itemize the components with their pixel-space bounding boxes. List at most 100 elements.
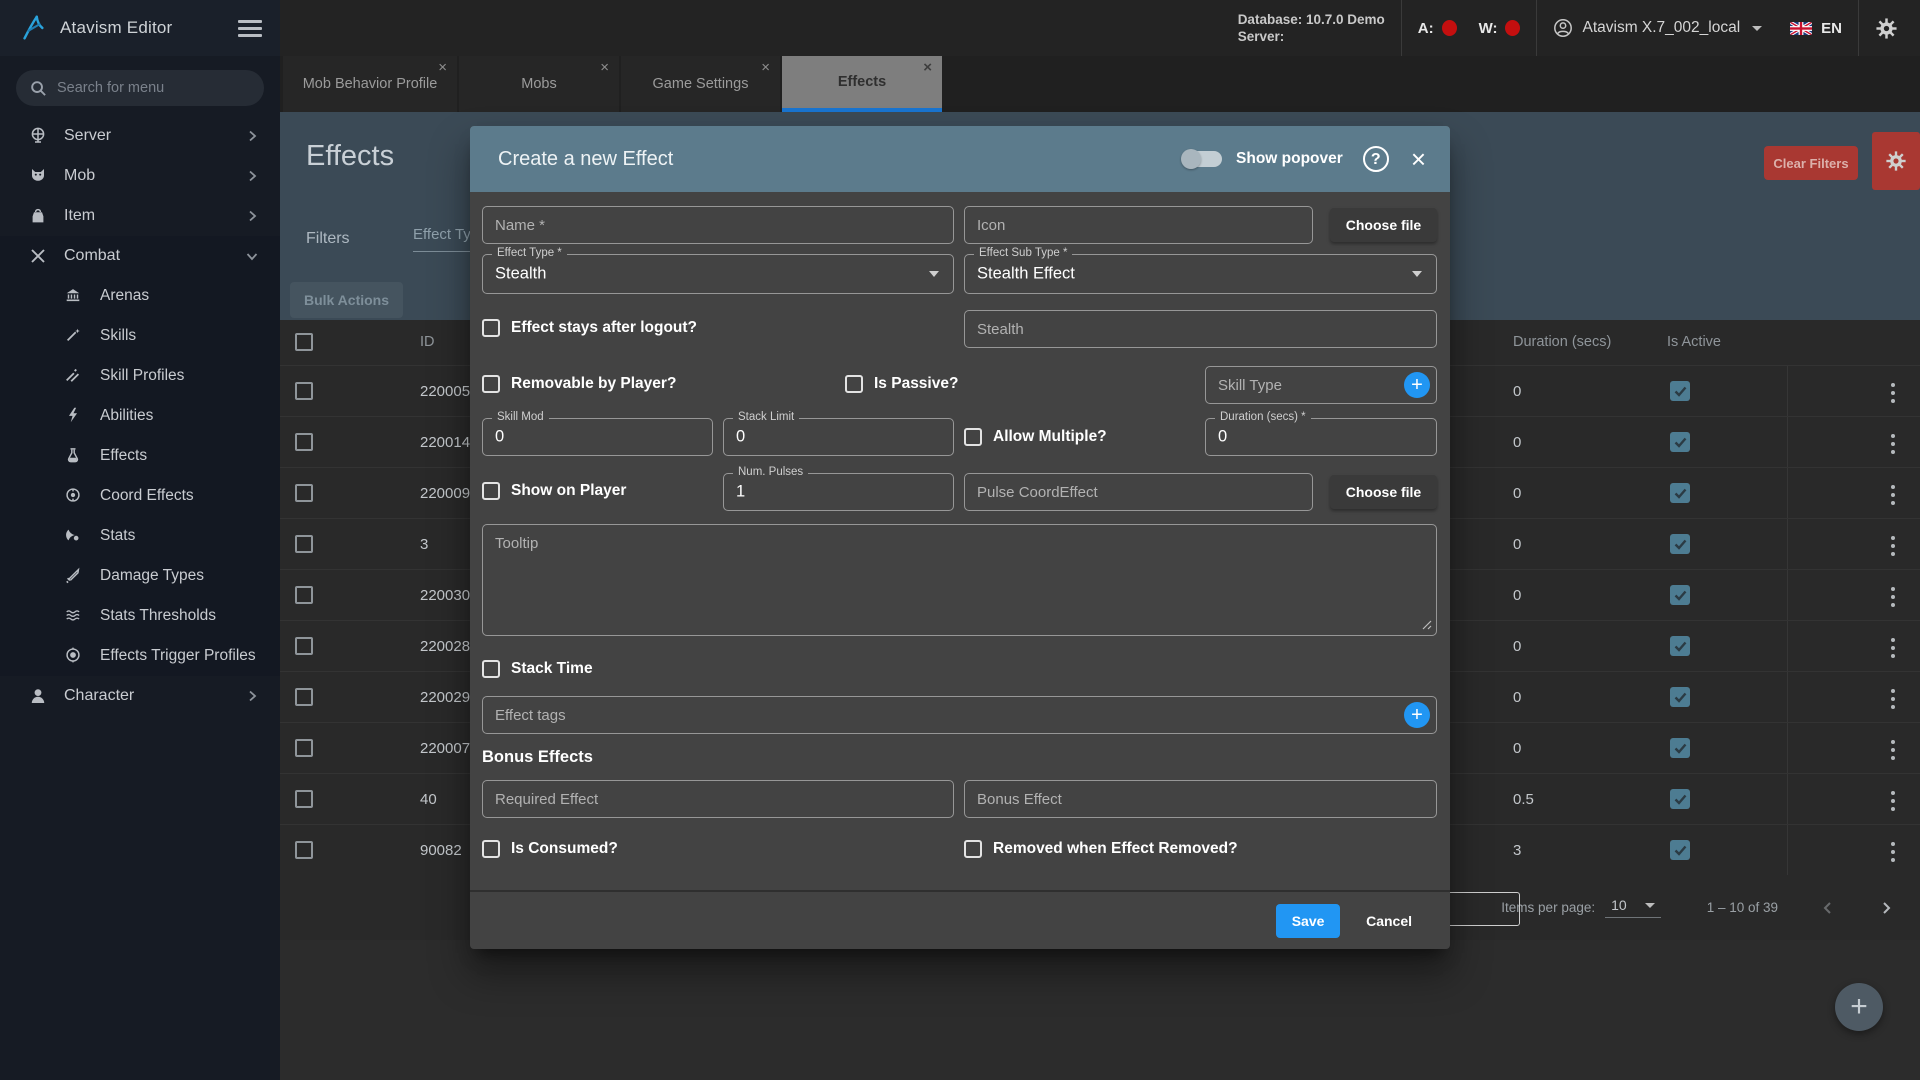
sidebar-item-character[interactable]: Character (0, 676, 280, 716)
is-active-checkbox[interactable] (1670, 636, 1690, 656)
row-menu-kebab-icon[interactable] (1888, 686, 1898, 712)
sidebar-item-mob[interactable]: Mob (0, 156, 280, 196)
stack-time-checkbox[interactable]: Stack Time (482, 660, 593, 678)
row-checkbox[interactable] (295, 841, 313, 859)
close-icon[interactable]: × (761, 60, 770, 76)
search-input[interactable] (57, 80, 250, 96)
is-active-checkbox[interactable] (1670, 738, 1690, 758)
row-menu-kebab-icon[interactable] (1888, 533, 1898, 559)
checkbox[interactable] (482, 660, 500, 678)
next-page-button[interactable] (1878, 900, 1894, 916)
is-active-checkbox[interactable] (1670, 483, 1690, 503)
row-checkbox[interactable] (295, 637, 313, 655)
clear-filters-button[interactable]: Clear Filters (1764, 146, 1858, 180)
tab-mobs[interactable]: Mobs × (459, 56, 619, 112)
checkbox[interactable] (482, 319, 500, 337)
sidebar-item-server[interactable]: Server (0, 116, 280, 156)
sidebar-item-skills[interactable]: Skills (0, 316, 280, 356)
close-icon[interactable]: × (1411, 146, 1426, 172)
close-icon[interactable]: × (923, 60, 932, 76)
pulse-coordeffect-input[interactable] (964, 473, 1313, 511)
sidebar-item-stats-thresholds[interactable]: Stats Thresholds (0, 596, 280, 636)
row-checkbox[interactable] (295, 535, 313, 553)
row-checkbox[interactable] (295, 586, 313, 604)
removed-when-effect-removed-checkbox[interactable]: Removed when Effect Removed? (964, 840, 1238, 858)
tab-effects[interactable]: Effects × (782, 56, 942, 112)
sidebar-item-skill-profiles[interactable]: Skill Profiles (0, 356, 280, 396)
bulk-actions-button[interactable]: Bulk Actions (290, 282, 403, 318)
close-icon[interactable]: × (600, 60, 609, 76)
skill-type-select[interactable]: Skill Type + (1205, 366, 1437, 404)
resize-handle-icon[interactable] (1422, 620, 1432, 630)
removable-by-player-checkbox[interactable]: Removable by Player? (482, 375, 676, 393)
checkbox[interactable] (482, 375, 500, 393)
sidebar-item-arenas[interactable]: Arenas (0, 276, 280, 316)
pulse-choose-file-button[interactable]: Choose file (1330, 475, 1437, 509)
sidebar-item-coord-effects[interactable]: Coord Effects (0, 476, 280, 516)
tab-game-settings[interactable]: Game Settings × (621, 56, 780, 112)
cancel-button[interactable]: Cancel (1356, 905, 1422, 937)
hamburger-menu-icon[interactable] (238, 16, 262, 41)
is-active-checkbox[interactable] (1670, 840, 1690, 860)
sidebar-item-effects[interactable]: Effects (0, 436, 280, 476)
sidebar-item-effects-trigger-profiles[interactable]: Effects Trigger Profiles (0, 636, 280, 676)
required-effect-input[interactable] (482, 780, 954, 818)
name-input[interactable] (482, 206, 954, 244)
effect-sub-type-select[interactable]: Effect Sub Type * Stealth Effect (964, 247, 1437, 294)
is-active-checkbox[interactable] (1670, 534, 1690, 554)
row-checkbox[interactable] (295, 790, 313, 808)
add-skill-type-button[interactable]: + (1404, 372, 1430, 398)
sidebar-item-abilities[interactable]: Abilities (0, 396, 280, 436)
skill-mod-field[interactable]: Skill Mod 0 (482, 411, 713, 456)
is-active-checkbox[interactable] (1670, 381, 1690, 401)
language-selector[interactable]: EN (1790, 20, 1842, 37)
duration-field[interactable]: Duration (secs) * 0 (1205, 411, 1437, 456)
row-menu-kebab-icon[interactable] (1888, 482, 1898, 508)
select-all-checkbox[interactable] (295, 333, 313, 351)
sidebar-search[interactable] (16, 70, 264, 106)
is-consumed-checkbox[interactable]: Is Consumed? (482, 840, 618, 858)
add-effect-fab[interactable]: + (1835, 983, 1883, 1031)
effect-stays-after-logout-checkbox[interactable]: Effect stays after logout? (482, 319, 697, 337)
is-active-checkbox[interactable] (1670, 687, 1690, 707)
effect-tags-select[interactable]: Effect tags + (482, 696, 1437, 734)
sidebar-item-combat[interactable]: Combat (0, 236, 280, 276)
save-button[interactable]: Save (1276, 903, 1341, 938)
checkbox[interactable] (845, 375, 863, 393)
tooltip-textarea[interactable] (482, 524, 1437, 636)
row-menu-kebab-icon[interactable] (1888, 737, 1898, 763)
items-per-page-select[interactable]: 10 (1605, 897, 1661, 918)
show-on-player-checkbox[interactable]: Show on Player (482, 482, 626, 500)
row-checkbox[interactable] (295, 382, 313, 400)
checkbox[interactable] (964, 428, 982, 446)
tab-mob-behavior-profile[interactable]: Mob Behavior Profile × (283, 56, 457, 112)
icon-choose-file-button[interactable]: Choose file (1330, 208, 1437, 242)
row-menu-kebab-icon[interactable] (1888, 635, 1898, 661)
help-icon[interactable]: ? (1362, 146, 1389, 172)
row-checkbox[interactable] (295, 433, 313, 451)
show-popover-toggle[interactable] (1181, 149, 1223, 169)
row-checkbox[interactable] (295, 688, 313, 706)
row-menu-kebab-icon[interactable] (1888, 380, 1898, 406)
row-menu-kebab-icon[interactable] (1888, 431, 1898, 457)
row-checkbox[interactable] (295, 484, 313, 502)
settings-gear-icon[interactable] (1875, 17, 1898, 40)
checkbox[interactable] (482, 840, 500, 858)
stealth-param-input[interactable] (964, 310, 1437, 348)
icon-input[interactable] (964, 206, 1313, 244)
close-icon[interactable]: × (438, 60, 447, 76)
add-effect-tag-button[interactable]: + (1404, 702, 1430, 728)
stack-limit-field[interactable]: Stack Limit 0 (723, 411, 954, 456)
is-passive-checkbox[interactable]: Is Passive? (845, 375, 958, 393)
bonus-effect-input[interactable] (964, 780, 1437, 818)
row-checkbox[interactable] (295, 739, 313, 757)
row-menu-kebab-icon[interactable] (1888, 584, 1898, 610)
account-menu[interactable]: Atavism X.7_002_local (1553, 18, 1763, 38)
sidebar-item-stats[interactable]: Stats (0, 516, 280, 556)
row-menu-kebab-icon[interactable] (1888, 839, 1898, 865)
allow-multiple-checkbox[interactable]: Allow Multiple? (964, 428, 1107, 446)
effect-type-select[interactable]: Effect Type * Stealth (482, 247, 954, 294)
previous-page-button[interactable] (1820, 900, 1836, 916)
row-menu-kebab-icon[interactable] (1888, 788, 1898, 814)
is-active-checkbox[interactable] (1670, 789, 1690, 809)
